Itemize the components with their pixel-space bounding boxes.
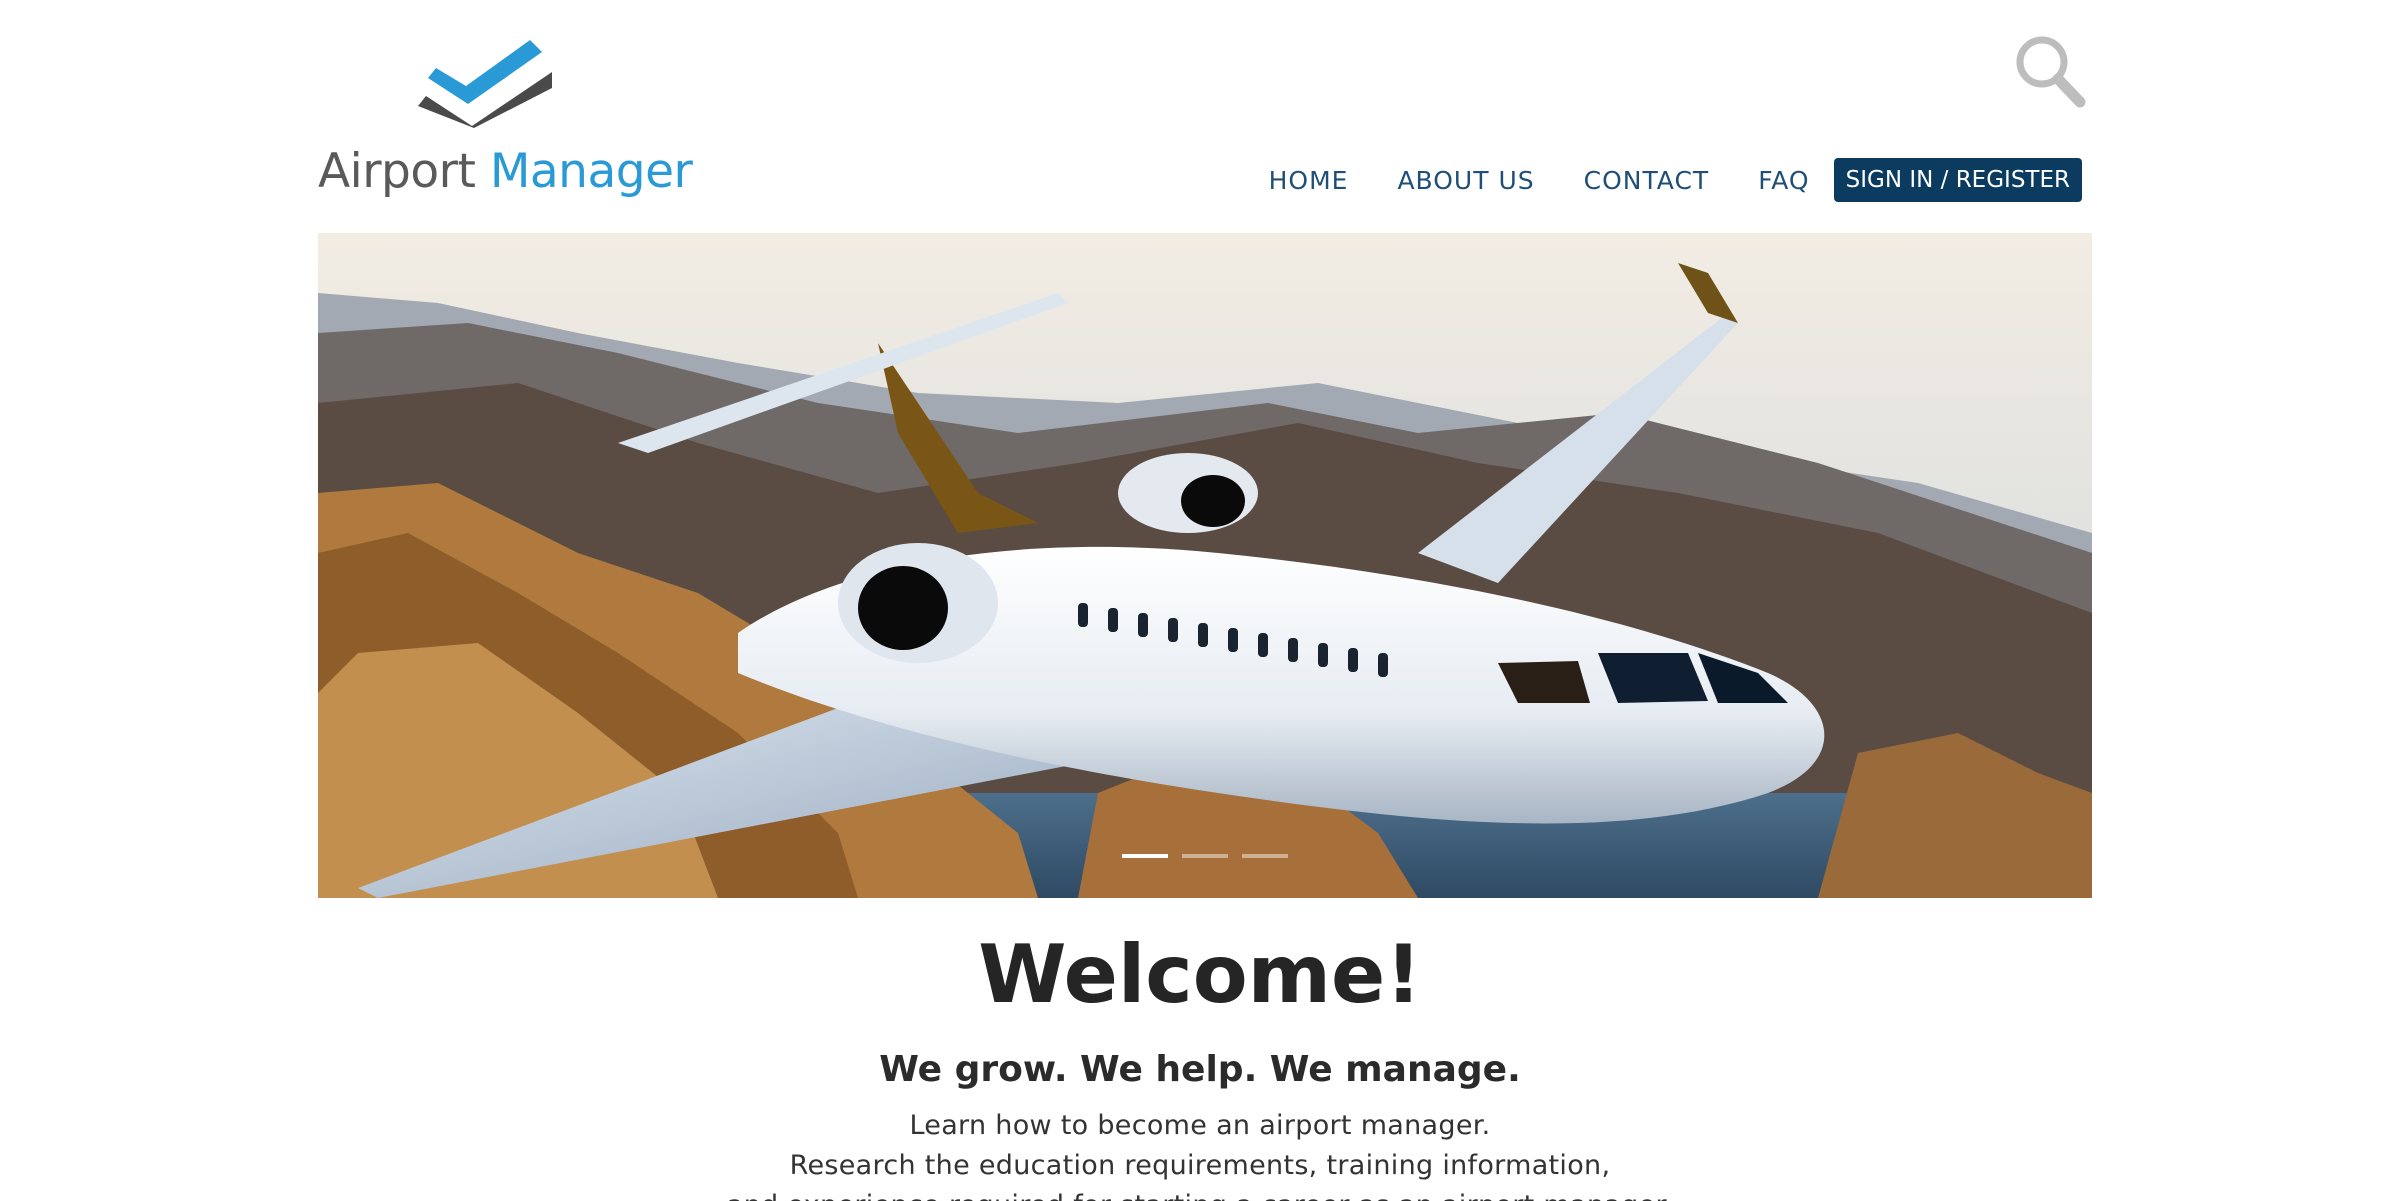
- double-checkmark-logo-icon: [418, 40, 552, 128]
- nav-about-us[interactable]: ABOUT US: [1397, 166, 1534, 195]
- carousel-indicators: [318, 854, 2092, 858]
- description: Learn how to become an airport manager. …: [0, 1106, 2400, 1201]
- logo[interactable]: Airport Manager: [318, 38, 698, 208]
- main-nav: HOME ABOUT US CONTACT FAQ SIGN IN / REGI…: [1269, 156, 2082, 204]
- welcome-heading: Welcome!: [978, 928, 1422, 1021]
- description-line-2: Research the education requirements, tra…: [789, 1150, 1611, 1181]
- site-header: Airport Manager HOME ABOUT US CONTACT FA…: [0, 0, 2400, 232]
- nav-faq[interactable]: FAQ: [1758, 166, 1809, 195]
- logo-text: Airport Manager: [318, 144, 693, 199]
- search-icon[interactable]: [2014, 34, 2086, 110]
- nav-home[interactable]: HOME: [1269, 166, 1349, 195]
- hero-carousel[interactable]: [318, 233, 2092, 898]
- nav-contact[interactable]: CONTACT: [1584, 166, 1710, 195]
- logo-word-manager: Manager: [489, 144, 693, 199]
- logo-word-airport: Airport: [318, 144, 476, 199]
- welcome-section: Welcome! We grow. We help. We manage. Le…: [0, 920, 2400, 1201]
- carousel-indicator-1[interactable]: [1122, 854, 1168, 858]
- description-line-1: Learn how to become an airport manager.: [909, 1110, 1491, 1141]
- hero-image: [318, 233, 2092, 898]
- carousel-indicator-3[interactable]: [1242, 854, 1288, 858]
- description-line-3: and experience required for starting a c…: [0, 1186, 2400, 1201]
- carousel-indicator-2[interactable]: [1182, 854, 1228, 858]
- tagline: We grow. We help. We manage.: [879, 1049, 1521, 1090]
- sign-in-register-button[interactable]: SIGN IN / REGISTER: [1833, 158, 2082, 202]
